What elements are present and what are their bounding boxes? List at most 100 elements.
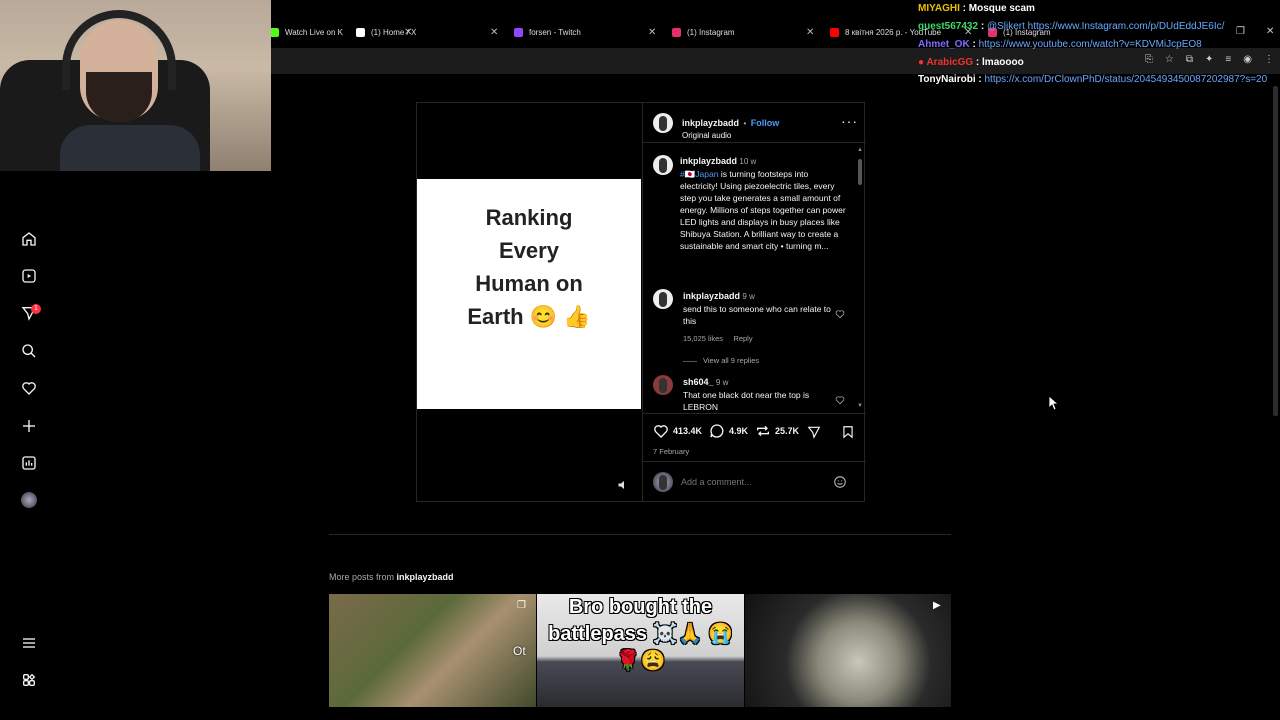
- reels-icon[interactable]: [21, 268, 37, 284]
- carousel-icon: ❐: [517, 600, 526, 611]
- page-scrollbar[interactable]: [1273, 86, 1278, 416]
- comment-button[interactable]: 4.9K: [709, 423, 748, 439]
- streamer-shirt: [60, 125, 200, 171]
- add-comment-bar: [643, 461, 866, 501]
- notification-badge: 1: [31, 304, 41, 314]
- more-post-thumbnail[interactable]: Ot ❐: [329, 594, 536, 707]
- comment-like-icon[interactable]: [835, 309, 845, 319]
- tab-label: (1) Home / X: [371, 27, 417, 37]
- scroll-thumb[interactable]: [858, 159, 862, 185]
- tab-close-icon[interactable]: ✕: [806, 27, 814, 38]
- tab-label: (1) Instagram: [687, 27, 735, 37]
- more-post-thumbnail[interactable]: ▶: [745, 594, 951, 707]
- comment-text: send this to someone who can relate to t…: [683, 304, 831, 326]
- caption-text: is turning footsteps into electricity! U…: [680, 169, 846, 251]
- tab-favicon-icon: [356, 27, 365, 37]
- thumbnail-text: Bro bought the battlepass ☠️🙏 😭🌹😩: [548, 596, 733, 672]
- separator-dot: •: [743, 119, 747, 128]
- emoji-icon[interactable]: [833, 475, 847, 489]
- comment-item: inkplayzbadd 9 w send this to someone wh…: [683, 290, 833, 367]
- repost-button[interactable]: 25.7K: [755, 423, 799, 439]
- more-options-icon[interactable]: ···: [841, 113, 858, 129]
- browser-tab[interactable]: (1) Instagram ✕: [672, 22, 814, 42]
- search-icon[interactable]: [21, 343, 37, 359]
- more-post-thumbnail[interactable]: Bro bought the battlepass ☠️🙏 😭🌹😩: [537, 594, 744, 707]
- post-dialog: Ranking Every Human on Earth 😊 👍 inkplay…: [416, 102, 866, 502]
- author-username[interactable]: inkplayzbadd: [682, 118, 739, 128]
- comment-likes[interactable]: 15,025 likes: [683, 334, 723, 343]
- chat-line: guest567432 : @Slikert https://www.Insta…: [918, 21, 1225, 32]
- reply-button[interactable]: Reply: [733, 334, 752, 343]
- bookmark-icon[interactable]: [841, 425, 855, 439]
- scroll-up-icon[interactable]: ▲: [857, 147, 863, 153]
- hashtag-link[interactable]: #🇯🇵Japan: [680, 169, 718, 179]
- post-media[interactable]: Ranking Every Human on Earth 😊 👍: [417, 103, 641, 501]
- tab-favicon-icon: [270, 27, 279, 37]
- view-replies-button[interactable]: View all 9 replies: [683, 355, 833, 367]
- post-sidebar: inkplayzbadd • Follow Original audio ···…: [642, 103, 866, 501]
- profile-avatar[interactable]: [21, 492, 37, 508]
- video-frame[interactable]: Ranking Every Human on Earth 😊 👍: [417, 179, 641, 409]
- browser-tab[interactable]: Watch Live on K ✕: [270, 22, 412, 42]
- like-count: 413.4K: [673, 426, 703, 436]
- plus-icon[interactable]: [21, 418, 37, 434]
- chat-line: MIYAGHI : Mosque scam: [918, 3, 1035, 14]
- comment-username[interactable]: sh604_: [683, 377, 714, 387]
- webcam-overlay: [0, 0, 271, 171]
- stream-chat-overlay: MIYAGHI : Mosque scam guest567432 : @Sli…: [918, 0, 1278, 87]
- mouse-cursor-icon: [1049, 396, 1059, 410]
- browser-tab[interactable]: forsen - Twitch ✕: [514, 22, 656, 42]
- comment-username[interactable]: inkplayzbadd: [683, 291, 740, 301]
- post-caption: inkplayzbadd 10 w #🇯🇵Japan is turning fo…: [680, 155, 848, 252]
- chat-line: Ahmet_OK : https://www.youtube.com/watch…: [918, 39, 1202, 50]
- post-date[interactable]: 7 February: [653, 447, 689, 456]
- comment-time: 9 w: [742, 292, 755, 301]
- repost-icon: [757, 425, 769, 437]
- caption-avatar[interactable]: [653, 155, 673, 175]
- comment-like-icon[interactable]: [835, 395, 845, 405]
- comment-avatar[interactable]: [653, 375, 673, 395]
- post-actions: 413.4K 4.9K 25.7K 7 February: [643, 413, 866, 461]
- current-user-avatar: [653, 472, 673, 492]
- chat-line: TonyNairobi : https://x.com/DrClownPhD/s…: [918, 74, 1268, 85]
- more-posts-username[interactable]: inkplayzbadd: [397, 572, 454, 582]
- comment-text: That one black dot near the top is LEBRO…: [683, 390, 810, 412]
- comment-item: sh604_ 9 w That one black dot near the t…: [683, 376, 833, 413]
- heart-icon: [654, 425, 668, 438]
- scroll-down-icon[interactable]: ▼: [857, 403, 863, 409]
- audio-icon[interactable]: [617, 479, 629, 491]
- add-comment-input[interactable]: [681, 474, 821, 490]
- audio-label[interactable]: Original audio: [682, 131, 779, 140]
- heart-icon[interactable]: [21, 380, 37, 396]
- more-posts-heading: More posts from inkplayzbadd: [329, 572, 454, 582]
- headset: [62, 10, 176, 90]
- comment-count: 4.9K: [729, 426, 749, 436]
- comments-scrollbar[interactable]: ▲ ▼: [857, 147, 863, 411]
- tab-label: forsen - Twitch: [529, 27, 581, 37]
- tab-favicon-icon: [830, 27, 839, 37]
- thumbnail-text: Ot: [513, 644, 526, 658]
- video-overlay-text: Ranking Every Human on Earth 😊 👍: [467, 205, 591, 329]
- comment-time: 9 w: [715, 378, 729, 387]
- home-icon[interactable]: [21, 231, 37, 247]
- like-button[interactable]: 413.4K: [653, 423, 702, 439]
- section-divider: [329, 534, 951, 535]
- meta-apps-icon[interactable]: [21, 672, 37, 688]
- share-icon[interactable]: [807, 425, 821, 439]
- caption-username[interactable]: inkplayzbadd: [680, 156, 737, 166]
- post-header: inkplayzbadd • Follow Original audio ···: [643, 103, 866, 143]
- comment-avatar[interactable]: [653, 289, 673, 309]
- author-avatar[interactable]: [653, 113, 673, 133]
- tab-favicon-icon: [514, 27, 523, 37]
- browser-tab[interactable]: (1) Home / X ✕: [356, 22, 498, 42]
- chat-line: ● ArabicGG : lmaoooo: [918, 57, 1024, 68]
- tab-label: Watch Live on K: [285, 27, 343, 37]
- comment-icon: [710, 424, 724, 438]
- tab-close-icon[interactable]: ✕: [648, 27, 656, 38]
- menu-icon[interactable]: [21, 635, 37, 651]
- dashboard-icon[interactable]: [21, 455, 37, 471]
- follow-button[interactable]: Follow: [751, 118, 780, 128]
- tab-favicon-icon: [672, 27, 681, 37]
- author-info: inkplayzbadd • Follow Original audio: [682, 113, 779, 140]
- tab-close-icon[interactable]: ✕: [490, 27, 498, 38]
